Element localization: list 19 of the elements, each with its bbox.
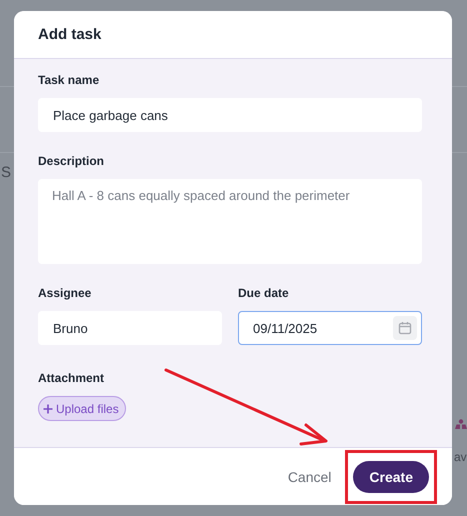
field-label: Description [38, 154, 104, 168]
upload-button[interactable]: Upload files [38, 396, 126, 421]
task-name-field[interactable]: Place garbage cans [38, 98, 422, 132]
field-label: Due date [238, 286, 289, 300]
background-text: S [1, 164, 12, 181]
date-field[interactable]: 09/11/2025 [238, 311, 422, 345]
create-button[interactable]: Create [353, 460, 429, 492]
field-label: Assignee [38, 286, 92, 300]
plus-icon [43, 404, 53, 414]
date-value: 09/11/2025 [253, 320, 318, 336]
dialog-title: Add task [38, 26, 102, 43]
background-text: av [454, 450, 467, 464]
description-field[interactable]: Hall A - 8 cans equally spaced around the perimeter [38, 179, 422, 264]
field-label: Task name [38, 73, 100, 87]
cancel-button[interactable]: Cancel [288, 468, 332, 484]
assignee-field[interactable]: Bruno [38, 311, 222, 345]
field-label: Attachment [38, 371, 104, 385]
people-icon [455, 419, 467, 429]
calendar-icon[interactable] [393, 316, 417, 340]
